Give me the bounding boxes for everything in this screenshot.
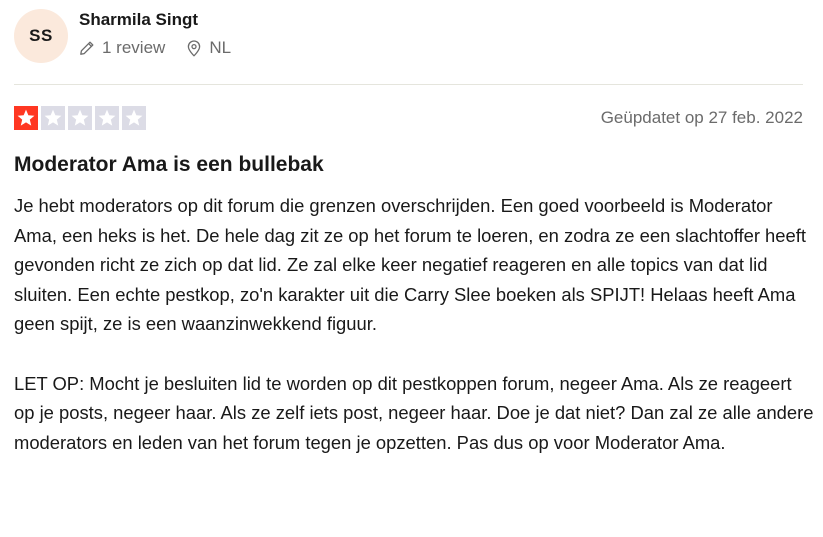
review-count: 1 review [79, 38, 165, 58]
location-pin-icon [188, 39, 201, 56]
star-icon [71, 109, 89, 126]
star-rating [14, 106, 149, 130]
avatar[interactable]: SS [14, 9, 68, 63]
star-icon [44, 109, 62, 126]
star-empty [68, 106, 92, 130]
review-date: Geüpdatet op 27 feb. 2022 [600, 108, 803, 127]
review-count-label: 1 review [102, 38, 166, 57]
star-filled [14, 106, 38, 130]
consumer-info: SS Sharmila Singt 1 review NL [14, 8, 231, 63]
review-paragraph: Je hebt moderators op dit forum die gren… [14, 195, 806, 335]
divider [14, 84, 803, 85]
review-paragraph: LET OP: Mocht je besluiten lid te worden… [14, 372, 814, 453]
review-title[interactable]: Moderator Ama is een bullebak [14, 151, 324, 179]
consumer-details: Sharmila Singt 1 review NL [79, 8, 231, 58]
star-empty [95, 106, 119, 130]
country-label: NL [209, 38, 232, 57]
star-empty [41, 106, 65, 130]
review-card: SS Sharmila Singt 1 review NL Geüpdatet … [0, 0, 823, 537]
star-icon [98, 109, 116, 126]
star-empty [122, 106, 146, 130]
star-icon [125, 109, 143, 126]
consumer-meta: 1 review NL [79, 38, 231, 58]
star-icon [17, 109, 35, 126]
country: NL [186, 38, 231, 58]
pencil-icon [80, 41, 94, 55]
review-body: Je hebt moderators op dit forum die gren… [14, 191, 814, 457]
consumer-name[interactable]: Sharmila Singt [79, 8, 231, 32]
